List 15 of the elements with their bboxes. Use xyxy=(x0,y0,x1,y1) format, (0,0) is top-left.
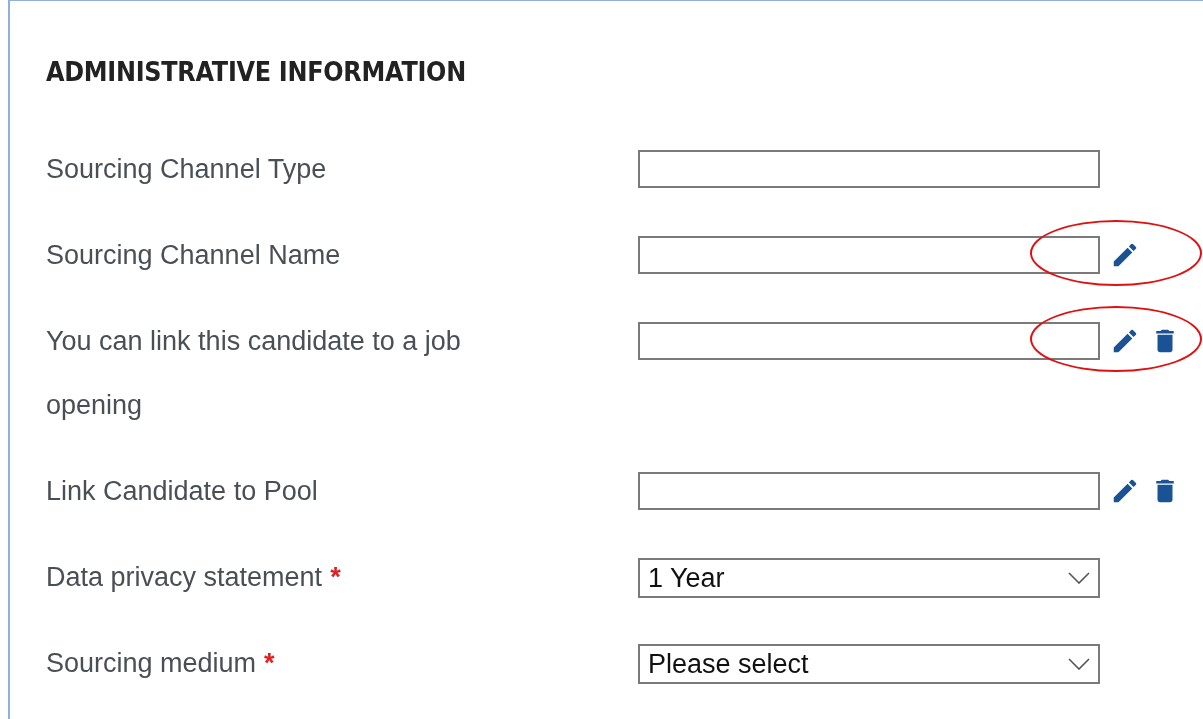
text-field[interactable] xyxy=(638,322,1100,360)
text-field[interactable] xyxy=(638,236,1100,274)
text-field[interactable] xyxy=(638,472,1100,510)
section-title: ADMINISTRATIVE INFORMATION xyxy=(46,57,466,87)
field-label: Link Candidate to Pool xyxy=(46,475,318,508)
chevron-down-icon xyxy=(1068,572,1090,584)
field-label: Data privacy statement * xyxy=(46,561,341,594)
field-label: You can link this candidate to a job opening xyxy=(46,325,462,422)
dropdown[interactable]: 1 Year xyxy=(638,558,1100,598)
text-field[interactable] xyxy=(638,150,1100,188)
field-label: Sourcing medium * xyxy=(46,647,275,680)
dropdown[interactable]: Please select xyxy=(638,644,1100,684)
field-label: Sourcing Channel Name xyxy=(46,239,341,272)
field-label: Sourcing Channel Type xyxy=(46,153,327,186)
chevron-down-icon xyxy=(1068,658,1090,670)
